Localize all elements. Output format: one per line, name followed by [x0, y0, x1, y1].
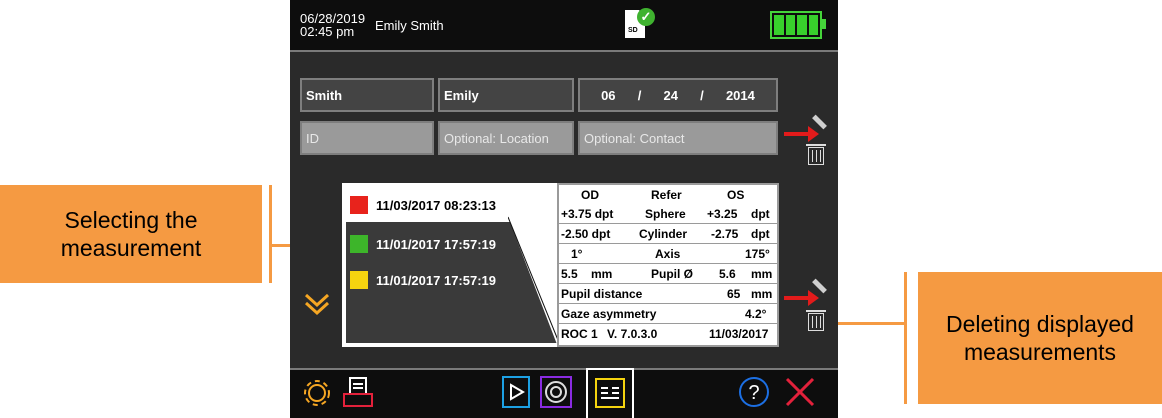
dob-separator: /	[637, 87, 642, 103]
pupil-os-unit: mm	[751, 267, 773, 281]
roc-label: ROC 1	[561, 327, 598, 341]
sphere-od: +3.75 dpt	[561, 207, 614, 221]
callout-deleting-measurements: Deleting displayed measurements	[918, 272, 1162, 404]
device-screen: 06/28/2019 02:45 pm Emily Smith SD ✓ Smi…	[290, 0, 838, 418]
pupil-os: 5.6	[719, 267, 736, 281]
measurement-timestamp: 11/01/2017 17:57:19	[376, 272, 496, 288]
sphere-label: Sphere	[645, 207, 686, 221]
check-icon: ✓	[637, 8, 655, 26]
version-label: V. 7.0.3.0	[607, 327, 658, 341]
gaze-asymmetry-value: 4.2°	[745, 307, 767, 321]
printer-icon[interactable]	[342, 376, 374, 408]
measurement-item-selected[interactable]: 11/03/2017 08:23:13	[350, 193, 496, 217]
video-icon[interactable]	[502, 376, 530, 408]
cylinder-label: Cylinder	[639, 227, 688, 241]
measurement-swatch-yellow	[350, 271, 368, 289]
arrow-head	[808, 126, 819, 142]
pupil-distance-label: Pupil distance	[561, 287, 643, 301]
bottom-toolbar: ?	[290, 368, 838, 418]
gear-icon[interactable]	[302, 378, 332, 408]
dob-year: 2014	[725, 87, 755, 103]
dob-day: 24	[663, 87, 678, 103]
first-name-field[interactable]: Emily	[438, 78, 574, 112]
cylinder-unit: dpt	[751, 227, 770, 241]
measurement-timestamp: 11/01/2017 17:57:19	[376, 236, 496, 252]
id-placeholder: ID	[306, 130, 319, 146]
measurement-date: 11/03/2017	[709, 327, 769, 341]
axis-od: 1°	[571, 247, 583, 261]
table-divider	[559, 323, 777, 324]
trash-icon	[806, 144, 826, 165]
date-of-birth-field[interactable]: 06 / 24 / 2014	[578, 78, 778, 112]
arrow-icon	[784, 296, 810, 300]
help-icon[interactable]: ?	[738, 376, 770, 408]
measurement-item[interactable]: 11/01/2017 17:57:19	[350, 232, 496, 256]
dob-separator: /	[700, 87, 704, 103]
pupil-od-unit: mm	[591, 267, 613, 281]
measurement-item[interactable]: 11/01/2017 17:57:19	[350, 268, 496, 292]
report-icon	[595, 378, 625, 408]
status-time: 02:45 pm	[300, 24, 355, 39]
table-divider	[559, 283, 777, 284]
report-tab[interactable]	[586, 368, 634, 418]
svg-text:?: ?	[748, 382, 759, 404]
callout-leader-line	[826, 322, 906, 325]
axis-label: Axis	[655, 247, 681, 261]
first-name-value: Emily	[444, 87, 479, 103]
table-head-od: OD	[581, 188, 599, 202]
callout-bracket	[904, 272, 907, 404]
cylinder-os: -2.75	[711, 227, 739, 241]
pupil-od: 5.5	[561, 267, 578, 281]
callout-text: Selecting the measurement	[60, 207, 202, 261]
table-divider	[559, 263, 777, 264]
contact-placeholder: Optional: Contact	[584, 130, 685, 146]
pupil-label: Pupil Ø	[651, 267, 693, 281]
status-bar: 06/28/2019 02:45 pm Emily Smith SD ✓	[290, 0, 838, 52]
axis-os: 175°	[745, 247, 770, 261]
sphere-os: +3.25	[707, 207, 738, 221]
sd-card-label: SD	[628, 27, 638, 34]
location-field[interactable]: Optional: Location	[438, 121, 574, 155]
status-user: Emily Smith	[375, 18, 444, 33]
battery-tip	[822, 19, 826, 29]
contact-field[interactable]: Optional: Contact	[578, 121, 778, 155]
measurement-swatch-red	[350, 196, 368, 214]
callout-selecting-measurement: Selecting the measurement	[0, 185, 262, 283]
measurement-timestamp: 11/03/2017 08:23:13	[376, 197, 496, 213]
arrow-head	[808, 290, 819, 306]
measurement-table: OD Refer OS +3.75 dpt Sphere +3.25 dpt -…	[557, 183, 779, 347]
location-placeholder: Optional: Location	[444, 130, 549, 146]
table-divider	[559, 223, 777, 224]
sphere-unit: dpt	[751, 207, 770, 221]
measurement-swatch-green	[350, 235, 368, 253]
callout-bracket	[269, 185, 272, 283]
trash-icon	[806, 310, 826, 331]
table-head-refer: Refer	[651, 188, 682, 202]
chevron-down-icon[interactable]	[304, 291, 330, 325]
last-name-field[interactable]: Smith	[300, 78, 434, 112]
close-icon[interactable]	[784, 376, 816, 408]
pupil-distance-unit: mm	[751, 287, 773, 301]
selection-connector	[508, 183, 562, 347]
battery-icon	[770, 11, 822, 39]
table-divider	[559, 303, 777, 304]
pupil-distance-value: 65	[727, 287, 741, 301]
dob-month: 06	[601, 87, 616, 103]
last-name-value: Smith	[306, 87, 343, 103]
arrow-icon	[784, 132, 810, 136]
callout-text: Deleting displayed measurements	[946, 311, 1134, 365]
table-head-os: OS	[727, 188, 745, 202]
gaze-asymmetry-label: Gaze asymmetry	[561, 307, 657, 321]
table-divider	[559, 243, 777, 244]
target-icon[interactable]	[540, 376, 572, 408]
id-field[interactable]: ID	[300, 121, 434, 155]
cylinder-od: -2.50 dpt	[561, 227, 611, 241]
